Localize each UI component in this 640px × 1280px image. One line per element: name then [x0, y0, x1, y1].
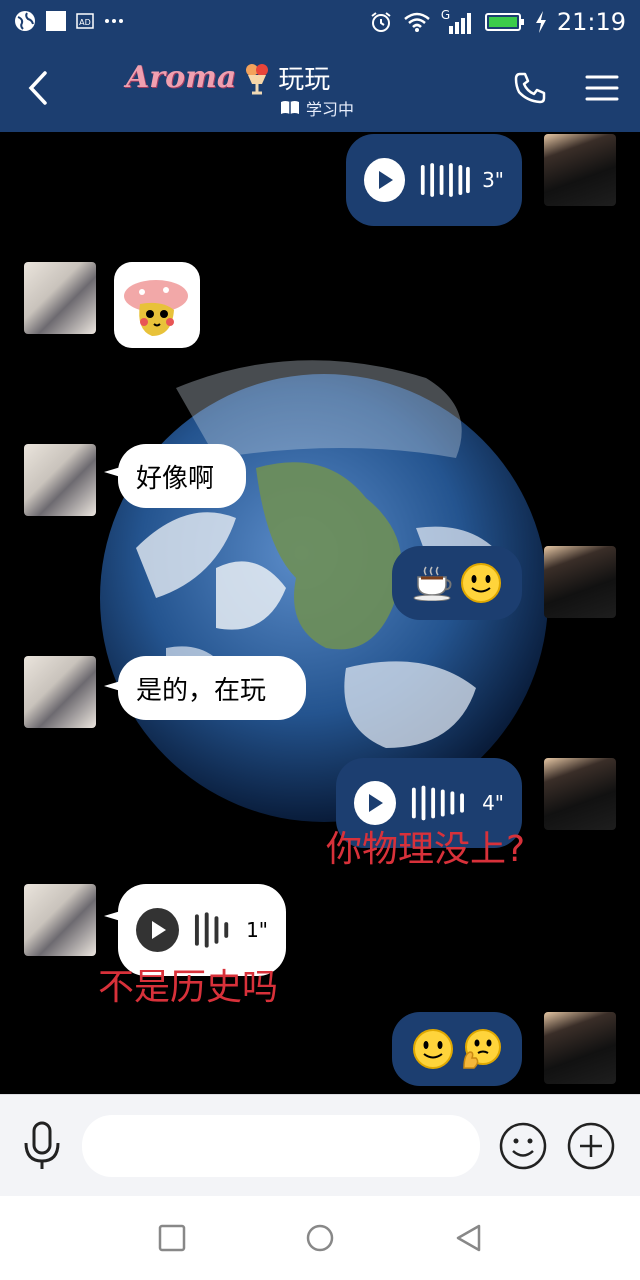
emoji-message[interactable] [392, 1012, 522, 1086]
chat-area[interactable]: 3" 好像啊 是的，在玩 4" 你物理没上? 1" 不是历史吗 [0, 132, 640, 1094]
voice-transcript-overlay: 不是历史吗 [98, 967, 279, 1008]
svg-text:AD: AD [79, 18, 91, 27]
emoji-picker-button[interactable] [498, 1121, 548, 1171]
header-title: Aroma 玩玩 [126, 58, 330, 96]
more-actions-button[interactable] [566, 1121, 616, 1171]
waveform-icon [194, 912, 229, 948]
smiley-emoji-icon [461, 563, 501, 603]
system-nav-bar [0, 1196, 640, 1280]
input-bar [0, 1094, 640, 1197]
more-dots-icon [105, 19, 123, 23]
message-input[interactable] [82, 1115, 480, 1177]
mushroom-sticker [124, 280, 188, 336]
avatar-contact[interactable] [24, 656, 96, 728]
sticker-message[interactable] [114, 262, 200, 348]
emoji-face-icon [499, 1122, 547, 1170]
signal-icon [448, 13, 471, 34]
avatar-contact[interactable] [24, 262, 96, 334]
emoji-message[interactable] [392, 546, 522, 620]
voice-input-button[interactable] [20, 1119, 64, 1173]
smiley-emoji-icon [413, 1029, 453, 1069]
home-button[interactable] [296, 1214, 344, 1262]
triangle-back-icon [456, 1224, 481, 1252]
clock: 21:19 [556, 8, 626, 36]
thinking-emoji-icon [463, 1029, 501, 1069]
avatar-contact[interactable] [24, 884, 96, 956]
avatar-self[interactable] [544, 546, 616, 618]
coffee-cup-emoji-icon [413, 566, 452, 601]
recents-button[interactable] [148, 1214, 196, 1262]
alarm-icon [371, 12, 391, 32]
voice-message[interactable]: 3" [346, 134, 522, 226]
voice-transcript-overlay: 你物理没上? [326, 829, 526, 870]
play-icon [378, 171, 393, 189]
circle-icon [306, 1224, 334, 1252]
back-button[interactable] [18, 64, 58, 112]
brand-logo: Aroma [126, 59, 237, 95]
play-button[interactable] [136, 908, 180, 952]
avatar-self[interactable] [544, 758, 616, 830]
avatar-self[interactable] [544, 1012, 616, 1084]
message-text: 好像啊 [136, 463, 215, 494]
voice-duration: 3" [482, 168, 504, 192]
hamburger-menu-icon [585, 75, 619, 101]
play-icon [151, 921, 166, 939]
ad-icon: AD [76, 13, 94, 29]
status-bar: AD G 21:19 [0, 0, 640, 44]
contact-name: 玩玩 [278, 64, 331, 95]
avatar-contact[interactable] [24, 444, 96, 516]
avatar-self[interactable] [544, 134, 616, 206]
ice-cream-icon [246, 64, 269, 95]
back-nav-button[interactable] [444, 1214, 492, 1262]
play-button[interactable] [364, 158, 406, 202]
call-button[interactable] [510, 66, 550, 110]
battery-icon [484, 13, 524, 31]
phone-icon [514, 72, 546, 104]
voice-duration: 1" [246, 918, 268, 942]
wifi-icon [404, 12, 430, 32]
waveform-icon [412, 785, 465, 821]
message-text: 是的，在玩 [136, 675, 267, 706]
play-icon [369, 794, 384, 812]
book-icon [281, 101, 299, 114]
menu-button[interactable] [582, 70, 622, 106]
plus-circle-icon [567, 1122, 615, 1170]
charging-icon [535, 11, 546, 33]
waveform-icon [421, 163, 471, 197]
contact-status: 学习中 [280, 96, 354, 120]
microphone-icon [24, 1121, 60, 1169]
chevron-left-icon [28, 71, 47, 105]
voice-duration: 4" [482, 791, 504, 815]
white-square-icon [46, 11, 66, 31]
globe-icon [15, 11, 35, 31]
text-message[interactable]: 好像啊 [118, 444, 246, 508]
contact-status-text: 学习中 [306, 100, 355, 119]
square-icon [158, 1224, 186, 1252]
play-button[interactable] [354, 781, 397, 825]
text-message[interactable]: 是的，在玩 [118, 656, 306, 720]
